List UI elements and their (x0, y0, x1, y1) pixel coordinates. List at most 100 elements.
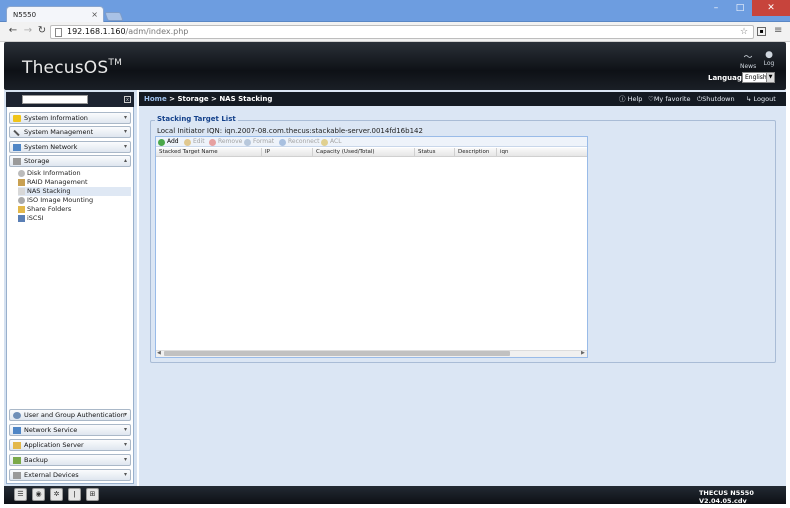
nav-network-service[interactable]: Network Service ▾ (9, 424, 131, 436)
nav-application-server[interactable]: Application Server ▾ (9, 439, 131, 451)
add-button[interactable]: Add (158, 137, 179, 147)
help-icon: ⓘ (619, 95, 628, 103)
page-icon (55, 28, 62, 37)
my-favorite-button[interactable]: ♡My favorite (648, 94, 690, 104)
reload-icon[interactable]: ↻ (35, 24, 49, 38)
add-icon (158, 139, 165, 146)
chevron-down-icon: ▼ (766, 73, 774, 82)
nav-label: Network Service (24, 426, 78, 434)
temperature-icon[interactable]: ǀ (68, 488, 81, 501)
stacking-target-grid (155, 136, 588, 358)
address-host: 192.168.1.160 (67, 27, 126, 36)
browser-tab[interactable]: N5550 × (6, 6, 104, 22)
scroll-right-icon[interactable]: ▶ (581, 350, 585, 356)
nav-label: System Management (24, 128, 94, 136)
column-header-ip[interactable]: IP (262, 148, 313, 157)
tab-title: N5550 (13, 11, 37, 19)
nav-item-label: Share Folders (27, 205, 72, 213)
column-header-capacity[interactable]: Capacity (Used/Total) (313, 148, 415, 157)
breadcrumb-home-link[interactable]: Home (144, 95, 167, 103)
new-tab-button[interactable] (104, 12, 124, 21)
column-header-status[interactable]: Status (415, 148, 455, 157)
nav-system-management[interactable]: System Management ▾ (9, 126, 131, 138)
speech-bubble-icon: ● (765, 50, 773, 60)
menu-search-input[interactable] (22, 95, 88, 104)
add-label: Add (167, 138, 179, 145)
nav-share-folders[interactable]: Share Folders (18, 205, 131, 214)
column-header-stacked-target-name[interactable]: Stacked Target Name (156, 148, 262, 157)
minimize-icon[interactable]: – (704, 0, 728, 16)
disc-icon (18, 197, 25, 204)
shutdown-button[interactable]: ⏻Shutdown (697, 94, 735, 104)
scroll-left-icon[interactable]: ◀ (157, 350, 161, 356)
chevron-down-icon: ▾ (123, 441, 127, 448)
nav-system-information[interactable]: System Information ▾ (9, 112, 131, 124)
remove-button[interactable]: Remove (209, 137, 242, 147)
nav-user-group-authentication[interactable]: User and Group Authentication ▾ (9, 409, 131, 421)
scrollbar-thumb[interactable] (164, 351, 510, 356)
network-icon (13, 144, 21, 151)
forward-icon[interactable]: → (21, 24, 35, 38)
storage-icon (13, 158, 21, 165)
edit-button[interactable]: Edit (184, 137, 205, 147)
fan-icon[interactable]: ✲ (50, 488, 63, 501)
chevron-down-icon: ▾ (123, 471, 127, 478)
help-button[interactable]: ⓘ Help (619, 94, 642, 104)
address-bar[interactable]: 192.168.1.160/adm/index.php (50, 25, 754, 39)
logout-button[interactable]: ↳ Logout (746, 94, 776, 104)
nav-raid-management[interactable]: RAID Management (18, 178, 131, 187)
back-icon[interactable]: ← (6, 24, 20, 38)
maximize-icon[interactable]: □ (728, 0, 752, 16)
reconnect-button[interactable]: Reconnect (279, 137, 320, 147)
log-button[interactable]: ● Log (761, 50, 777, 67)
browser-menu-icon[interactable]: ≡ (774, 25, 782, 36)
extension-icon[interactable]: ▪ (757, 27, 766, 36)
logo-text: ThecusOS (22, 58, 109, 78)
chevron-down-icon: ▾ (123, 426, 127, 433)
nav-backup[interactable]: Backup ▾ (9, 454, 131, 466)
bookmark-star-icon[interactable]: ☆ (740, 27, 748, 37)
edit-label: Edit (193, 138, 205, 145)
column-header-description[interactable]: Description (455, 148, 497, 157)
nav-item-label: iSCSI (27, 214, 44, 222)
nav-disk-information[interactable]: Disk Information (18, 169, 131, 178)
address-path: /adm/index.php (125, 27, 189, 36)
language-select[interactable]: English ▼ (742, 72, 775, 83)
nav-item-label: ISO Image Mounting (27, 196, 94, 204)
chevron-down-icon: ▾ (123, 456, 127, 463)
nav-label: Application Server (24, 441, 84, 449)
acl-button[interactable]: ACL (321, 137, 342, 147)
logout-label: Logout (753, 95, 776, 103)
chevron-down-icon: ▾ (123, 411, 127, 418)
nav-storage[interactable]: Storage ▴ (9, 155, 131, 167)
chevron-down-icon: ▾ (123, 143, 127, 150)
window-controls: – □ ✕ (704, 0, 790, 16)
column-header-iqn[interactable]: iqn (497, 148, 587, 157)
tab-close-icon[interactable]: × (91, 10, 98, 19)
nav-item-label: RAID Management (27, 178, 88, 186)
disk-status-icon[interactable]: ☰ (14, 488, 27, 501)
news-button[interactable]: 〜 News (740, 50, 756, 70)
nav-iscsi[interactable]: iSCSI (18, 214, 131, 223)
edit-icon (184, 139, 191, 146)
firmware-version: THECUS N5550 V2.04.05.cdv (699, 489, 754, 505)
chevron-down-icon: ▾ (123, 114, 127, 121)
close-window-icon[interactable]: ✕ (752, 0, 790, 16)
nav-nas-stacking[interactable]: NAS Stacking (18, 187, 131, 196)
disk-icon (18, 170, 25, 177)
users-icon (13, 412, 21, 419)
folder-icon (18, 206, 25, 213)
search-icon[interactable]: x (124, 96, 131, 103)
nav-label: External Devices (24, 471, 79, 479)
nav-iso-image-mounting[interactable]: ISO Image Mounting (18, 196, 131, 205)
nav-system-network[interactable]: System Network ▾ (9, 141, 131, 153)
logo-tm: TM (108, 58, 123, 68)
remove-label: Remove (218, 138, 243, 145)
reconnect-icon (279, 139, 286, 146)
network-status-icon[interactable]: ⊞ (86, 488, 99, 501)
camera-icon[interactable]: ◉ (32, 488, 45, 501)
format-button[interactable]: Format (244, 137, 274, 147)
nav-external-devices[interactable]: External Devices ▾ (9, 469, 131, 481)
help-label: Help (627, 95, 643, 103)
raid-icon (18, 179, 25, 186)
